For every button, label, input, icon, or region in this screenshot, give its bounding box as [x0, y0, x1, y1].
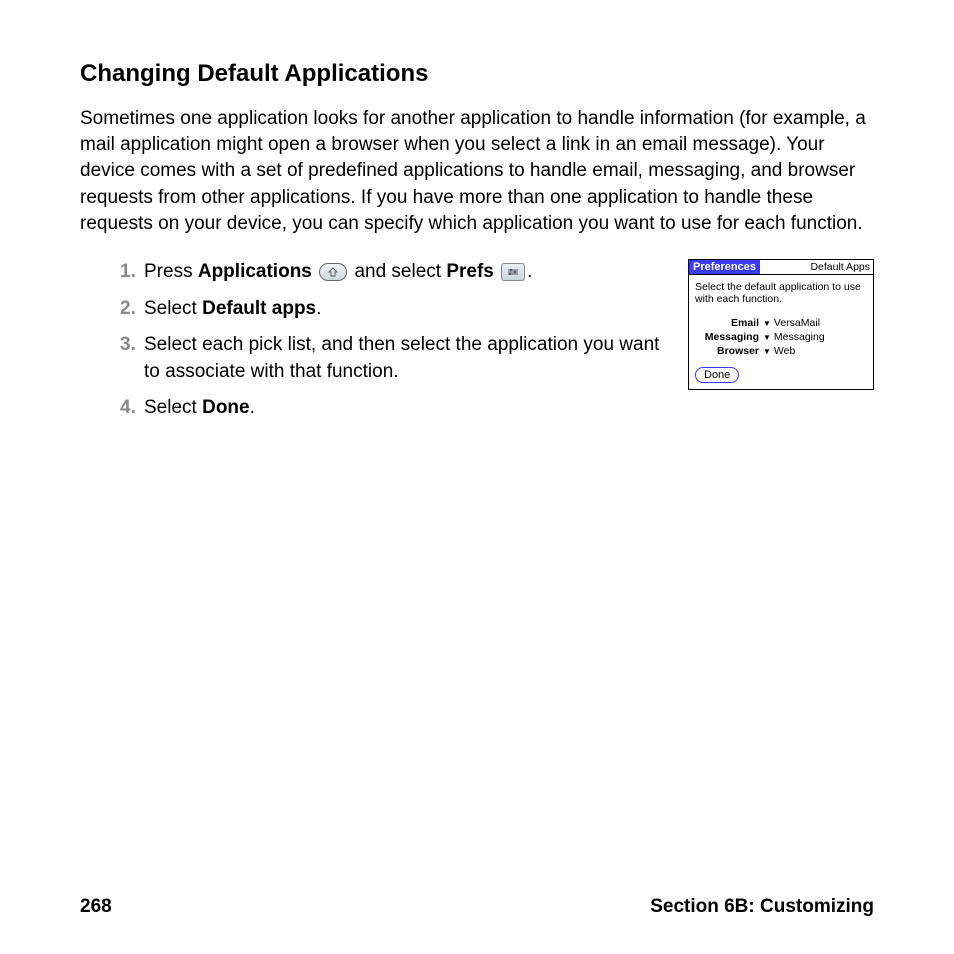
applications-key-icon	[319, 263, 347, 281]
chevron-down-icon: ▼	[763, 347, 771, 356]
picklist-label: Messaging	[695, 331, 763, 343]
picklist-email[interactable]: ▼ VersaMail	[763, 317, 820, 329]
device-instruction: Select the default application to use wi…	[695, 281, 867, 305]
step-4: 4. Select Done.	[120, 395, 666, 422]
bold-fragment: Done	[202, 397, 250, 418]
bold-fragment: Prefs	[446, 261, 494, 282]
page-footer: 268 Section 6B: Customizing	[80, 896, 874, 918]
step-number: 4.	[120, 395, 144, 422]
chevron-down-icon: ▼	[763, 333, 771, 342]
text-fragment: .	[316, 298, 321, 319]
text-fragment: and select	[354, 261, 446, 282]
step-2: 2. Select Default apps.	[120, 296, 666, 323]
picklist-messaging[interactable]: ▼ Messaging	[763, 331, 825, 343]
picklist-row-browser: Browser ▼ Web	[695, 345, 867, 357]
step-number: 3.	[120, 332, 144, 359]
picklist-value: Web	[774, 345, 795, 357]
intro-paragraph: Sometimes one application looks for anot…	[80, 106, 874, 237]
step-text: Select Done.	[144, 395, 255, 422]
page-number: 268	[80, 896, 112, 918]
picklist-row-email: Email ▼ VersaMail	[695, 317, 867, 329]
bold-fragment: Applications	[198, 261, 312, 282]
picklist-browser[interactable]: ▼ Web	[763, 345, 795, 357]
text-fragment: .	[250, 397, 255, 418]
device-title-left: Preferences	[689, 260, 760, 274]
text-fragment: Select	[144, 298, 202, 319]
section-label: Section 6B: Customizing	[650, 896, 874, 918]
done-button[interactable]: Done	[695, 367, 739, 383]
step-number: 1.	[120, 259, 144, 286]
picklist-label: Browser	[695, 345, 763, 357]
section-heading: Changing Default Applications	[80, 60, 874, 88]
step-text: Select each pick list, and then select t…	[144, 332, 666, 385]
device-screenshot: Preferences Default Apps Select the defa…	[688, 259, 874, 390]
picklist-label: Email	[695, 317, 763, 329]
device-title-right[interactable]: Default Apps	[807, 260, 873, 274]
bold-fragment: Default apps	[202, 298, 316, 319]
step-number: 2.	[120, 296, 144, 323]
text-fragment: .	[527, 261, 532, 282]
step-text: Press Applications and select Prefs	[144, 259, 532, 286]
steps-list: 1. Press Applications and select Prefs	[80, 259, 666, 432]
prefs-icon	[501, 263, 525, 281]
text-fragment: Press	[144, 261, 198, 282]
picklist-row-messaging: Messaging ▼ Messaging	[695, 331, 867, 343]
step-text: Select Default apps.	[144, 296, 321, 323]
text-fragment: Select	[144, 397, 202, 418]
step-3: 3. Select each pick list, and then selec…	[120, 332, 666, 385]
device-title-bar: Preferences Default Apps	[689, 260, 873, 275]
picklist-value: VersaMail	[774, 317, 820, 329]
step-1: 1. Press Applications and select Prefs	[120, 259, 666, 286]
chevron-down-icon: ▼	[763, 319, 771, 328]
picklist-value: Messaging	[774, 331, 825, 343]
